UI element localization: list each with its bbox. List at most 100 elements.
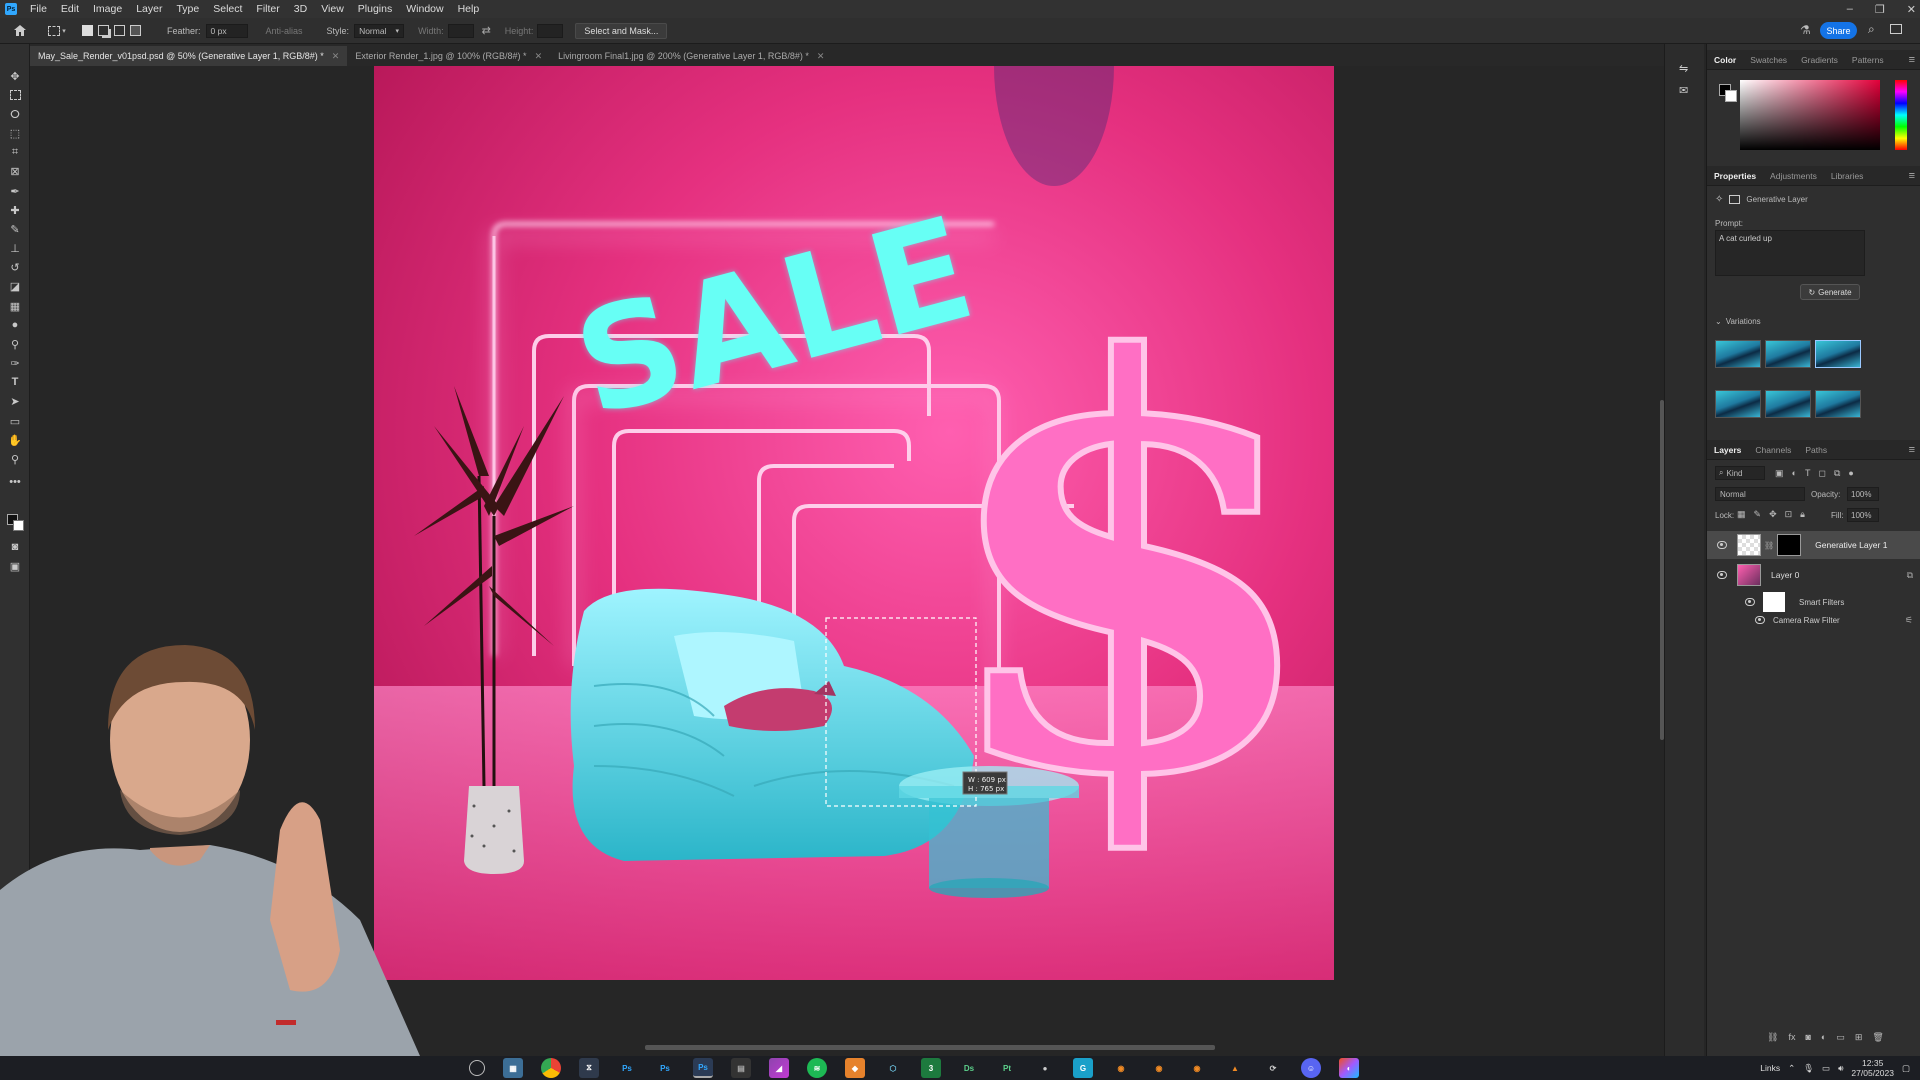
menu-layer[interactable]: Layer bbox=[129, 3, 169, 15]
new-selection-icon[interactable] bbox=[82, 25, 93, 36]
document-canvas[interactable]: SALE SALE $ W: 609 px H: 765 px bbox=[374, 66, 1334, 980]
adjustment-filter-icon[interactable]: ◐ bbox=[1792, 468, 1797, 479]
substance-painter-app-icon[interactable]: Pt bbox=[997, 1058, 1017, 1078]
panel-menu-icon[interactable]: ≡ bbox=[1909, 444, 1915, 456]
height-input[interactable] bbox=[537, 23, 564, 38]
eyedropper-tool-icon[interactable]: ✒ bbox=[7, 183, 23, 199]
link-layers-icon[interactable]: ⛓ bbox=[1767, 1032, 1778, 1043]
panel-menu-icon[interactable]: ≡ bbox=[1909, 54, 1915, 66]
brush-tool-icon[interactable]: ✎ bbox=[7, 221, 23, 237]
screen-mode-icon[interactable]: ▣ bbox=[7, 558, 23, 574]
minimize-icon[interactable]: – bbox=[1847, 3, 1853, 15]
marquee-tool-icon[interactable] bbox=[7, 87, 23, 103]
menu-image[interactable]: Image bbox=[86, 3, 129, 15]
obs-app-icon[interactable]: ● bbox=[1035, 1058, 1055, 1078]
blender-2-app-icon[interactable]: ◉ bbox=[1149, 1058, 1169, 1078]
prompt-input[interactable]: A cat curled up bbox=[1715, 230, 1865, 276]
pen-tool-icon[interactable]: ✑ bbox=[7, 355, 23, 371]
menu-window[interactable]: Window bbox=[399, 3, 450, 15]
sync-app-icon[interactable]: ⟳ bbox=[1263, 1058, 1283, 1078]
variation-thumbnail-1[interactable] bbox=[1715, 340, 1761, 368]
add-mask-icon[interactable]: ◙ bbox=[1805, 1032, 1810, 1043]
menu-select[interactable]: Select bbox=[206, 3, 249, 15]
variation-thumbnail-5[interactable] bbox=[1765, 390, 1811, 418]
delete-layer-icon[interactable]: 🗑︎ bbox=[1872, 1032, 1883, 1043]
variation-thumbnail-4[interactable] bbox=[1715, 390, 1761, 418]
lock-all-icon[interactable]: 🔒︎ bbox=[1800, 509, 1805, 520]
history-brush-icon[interactable]: ↺ bbox=[7, 259, 23, 275]
frame-tool-icon[interactable]: ⊠ bbox=[7, 163, 23, 179]
background-color-swatch[interactable] bbox=[13, 520, 24, 531]
notifications-icon[interactable]: ▢ bbox=[1902, 1063, 1910, 1074]
variation-thumbnail-6[interactable] bbox=[1815, 390, 1861, 418]
object-select-tool-icon[interactable]: ⬚ bbox=[7, 125, 23, 141]
shape-filter-icon[interactable]: ◻ bbox=[1818, 468, 1825, 479]
color-picker-field[interactable] bbox=[1740, 80, 1880, 150]
tab-layers[interactable]: Layers bbox=[1707, 445, 1748, 455]
tab-swatches[interactable]: Swatches bbox=[1743, 55, 1794, 65]
home-icon[interactable] bbox=[8, 24, 32, 37]
select-and-mask-button[interactable]: Select and Mask... bbox=[575, 22, 668, 39]
zoom-tool-icon[interactable]: ⚲ bbox=[7, 451, 23, 467]
tab-document-1[interactable]: May_Sale_Render_v01psd.psd @ 50% (Genera… bbox=[30, 46, 348, 66]
menu-edit[interactable]: Edit bbox=[54, 3, 86, 15]
excel-app-icon[interactable]: 3 bbox=[921, 1058, 941, 1078]
blender-app-icon[interactable]: ◉ bbox=[1111, 1058, 1131, 1078]
tab-adjustments[interactable]: Adjustments bbox=[1763, 171, 1824, 181]
settings-app-icon[interactable] bbox=[469, 1060, 485, 1076]
comments-icon[interactable]: ✉ bbox=[1679, 84, 1688, 97]
close-icon[interactable]: ✕ bbox=[817, 51, 825, 62]
layer-filter-select[interactable]: ⌕ Kind bbox=[1715, 466, 1765, 480]
search-icon[interactable]: ⌕ bbox=[1868, 22, 1875, 37]
menu-3d[interactable]: 3D bbox=[287, 3, 314, 15]
flask-icon[interactable]: ⚗ bbox=[1800, 23, 1811, 37]
blender-3-app-icon[interactable]: ◉ bbox=[1187, 1058, 1207, 1078]
chrome-app-icon[interactable] bbox=[541, 1058, 561, 1078]
clock[interactable]: 12:35 27/05/2023 bbox=[1851, 1058, 1894, 1078]
path-select-icon[interactable]: ➤ bbox=[7, 393, 23, 409]
links-toolbar[interactable]: Links bbox=[1760, 1063, 1780, 1073]
hex-app-icon[interactable]: ⬡ bbox=[883, 1058, 903, 1078]
blur-tool-icon[interactable]: ● bbox=[7, 317, 23, 333]
visibility-eye-icon[interactable] bbox=[1717, 571, 1727, 579]
close-icon[interactable]: ✕ bbox=[332, 51, 340, 62]
more-tools-icon[interactable]: ••• bbox=[7, 474, 23, 490]
visibility-eye-icon[interactable] bbox=[1755, 616, 1765, 624]
tab-properties[interactable]: Properties bbox=[1707, 171, 1763, 181]
affinity-app-icon[interactable]: ◢ bbox=[769, 1058, 789, 1078]
pixel-filter-icon[interactable]: ▣ bbox=[1775, 468, 1784, 479]
variation-thumbnail-2[interactable] bbox=[1765, 340, 1811, 368]
add-selection-icon[interactable] bbox=[98, 25, 109, 36]
menu-file[interactable]: File bbox=[23, 3, 54, 15]
close-icon[interactable]: ✕ bbox=[1907, 3, 1916, 16]
photoshop-active-app-icon[interactable]: Ps bbox=[693, 1058, 713, 1078]
menu-type[interactable]: Type bbox=[169, 3, 206, 15]
blend-mode-select[interactable]: Normal bbox=[1715, 487, 1805, 501]
style-select[interactable]: Normal ▾ bbox=[354, 23, 405, 38]
restore-icon[interactable]: ❐ bbox=[1875, 3, 1885, 16]
tab-channels[interactable]: Channels bbox=[1748, 445, 1798, 455]
subtract-selection-icon[interactable] bbox=[114, 25, 125, 36]
visibility-eye-icon[interactable] bbox=[1717, 541, 1727, 549]
filter-options-icon[interactable]: ⚟ bbox=[1905, 615, 1913, 626]
fx-icon[interactable]: fx bbox=[1788, 1032, 1795, 1043]
layer-row-generative-layer-1[interactable]: ⛓ Generative Layer 1 bbox=[1707, 531, 1920, 559]
background-swatch[interactable] bbox=[1725, 90, 1737, 102]
new-layer-icon[interactable]: ⊞ bbox=[1855, 1032, 1863, 1043]
menu-filter[interactable]: Filter bbox=[249, 3, 286, 15]
crop-tool-icon[interactable]: ⌗ bbox=[7, 144, 23, 160]
type-tool-icon[interactable]: T bbox=[7, 374, 23, 390]
tab-gradients[interactable]: Gradients bbox=[1794, 55, 1845, 65]
variation-thumbnail-3[interactable] bbox=[1815, 340, 1861, 368]
lasso-tool-icon[interactable]: ⵔ bbox=[7, 106, 23, 122]
tab-document-2[interactable]: Exterior Render_1.jpg @ 100% (RGB/8#) * ✕ bbox=[347, 46, 550, 66]
quick-mask-icon[interactable]: ◙ bbox=[7, 539, 23, 555]
panel-menu-icon[interactable]: ≡ bbox=[1909, 170, 1915, 182]
width-input[interactable] bbox=[447, 23, 474, 38]
dodge-tool-icon[interactable]: ⚲ bbox=[7, 336, 23, 352]
hand-tool-icon[interactable]: ✋ bbox=[7, 432, 23, 448]
substance-designer-app-icon[interactable]: Ds bbox=[959, 1058, 979, 1078]
swap-dimensions-icon[interactable]: ⇄ bbox=[482, 24, 491, 37]
filter-toggle-icon[interactable]: ● bbox=[1848, 468, 1853, 479]
lock-transparent-icon[interactable]: ▦ bbox=[1737, 509, 1746, 520]
